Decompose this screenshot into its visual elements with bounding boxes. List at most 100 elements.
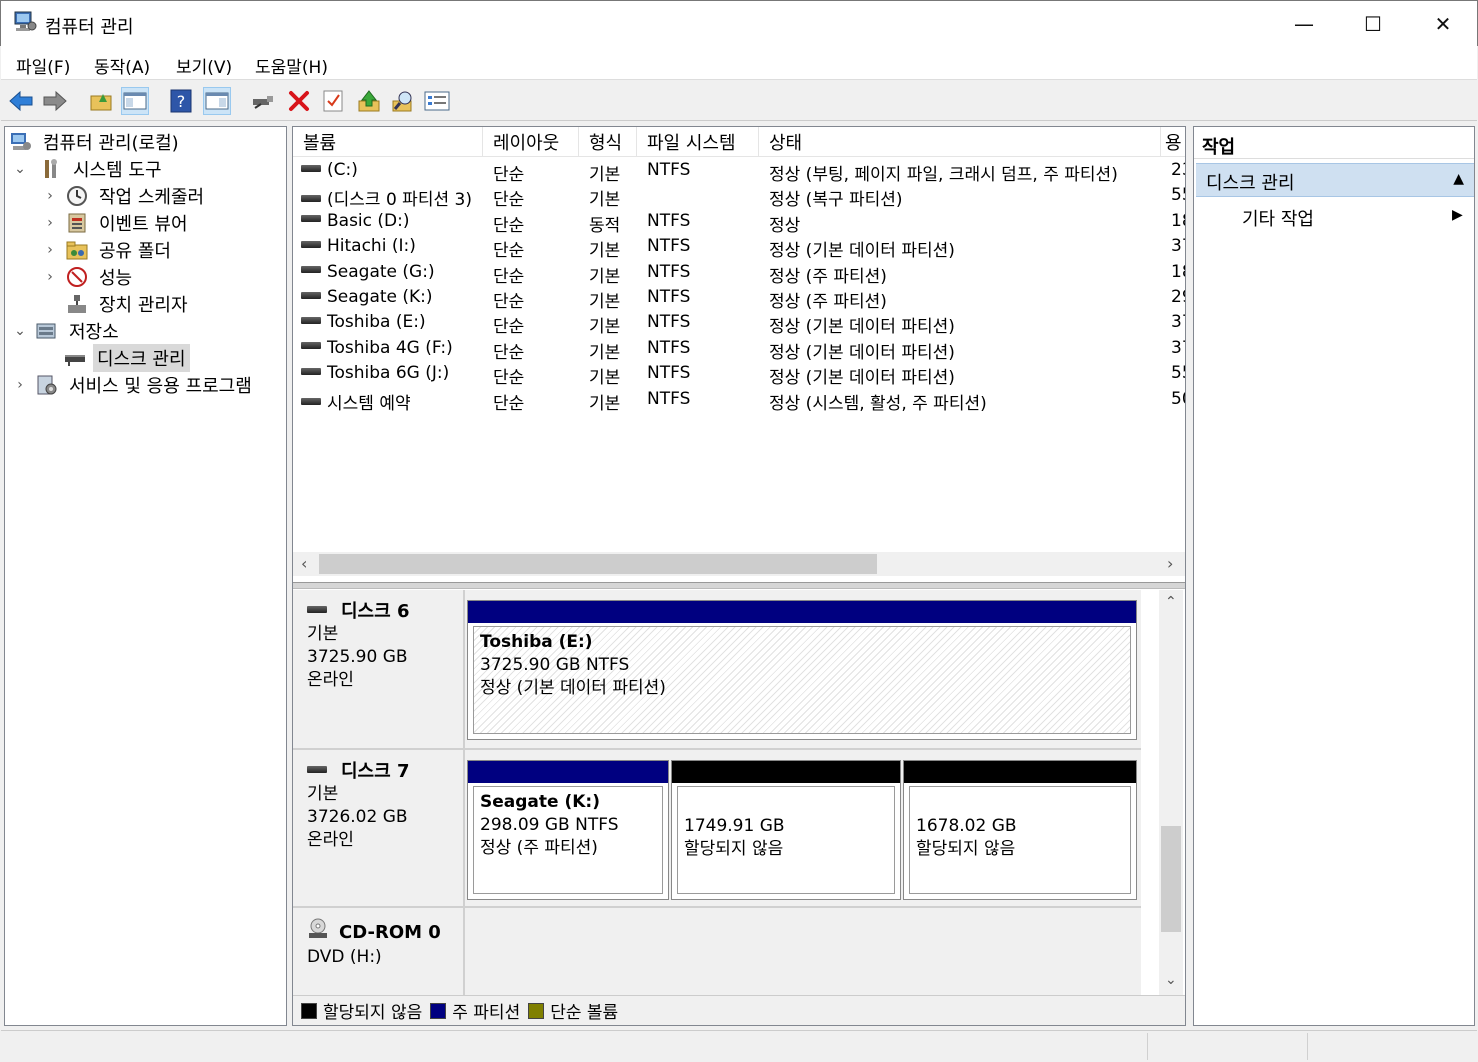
maximize-button[interactable]: ☐	[1338, 1, 1408, 47]
action-more-actions[interactable]: 기타 작업	[1242, 205, 1314, 231]
search-icon[interactable]	[389, 87, 417, 115]
volume-row[interactable]: (C:) 단순 기본 NTFS 정상 (부팅, 페이지 파일, 크래시 덤프, 주 파티…	[293, 158, 1185, 185]
volume-row[interactable]: (디스크 0 파티션 3) 단순 기본 정상 (복구 파티션) 55	[293, 183, 1185, 210]
scrollbar-thumb[interactable]	[319, 554, 877, 574]
partition-status: 정상 (주 파티션)	[480, 838, 598, 858]
legend-swatch	[301, 1002, 317, 1019]
volume-cell-text: 기본	[589, 393, 621, 414]
volume-row[interactable]: Toshiba (E:) 단순 기본 NTFS 정상 (기본 데이터 파티션) 37	[293, 310, 1185, 337]
show-hide-action-pane-icon[interactable]	[203, 87, 231, 115]
partition-toshiba-e[interactable]: Toshiba (E:) 3725.90 GB NTFS 정상 (기본 데이터 …	[467, 600, 1137, 740]
connect-icon[interactable]	[249, 87, 277, 115]
menu-view[interactable]: 보기(V)	[176, 53, 232, 78]
chevron-right-icon[interactable]: ›	[43, 242, 57, 258]
unallocated-space-1[interactable]: 1749.91 GB 할당되지 않음	[671, 760, 901, 900]
volume-row[interactable]: Toshiba 4G (F:) 단순 기본 NTFS 정상 (기본 데이터 파티션) 37	[293, 336, 1185, 363]
tree-item-computer-management[interactable]: 컴퓨터 관리(로컬)	[9, 129, 183, 155]
column-header-volume[interactable]: 볼륨	[293, 127, 483, 157]
menu-action[interactable]: 동작(A)	[94, 53, 150, 78]
tree-item-services-apps[interactable]: › 서비스 및 응용 프로그램	[9, 372, 256, 398]
collapse-up-icon[interactable]: ▲	[1453, 171, 1464, 187]
horizontal-scrollbar[interactable]: ‹ ›	[293, 552, 1185, 576]
up-folder-icon[interactable]	[87, 87, 115, 115]
volume-cell-name: 시스템 예약	[301, 389, 483, 414]
partition-seagate-k[interactable]: Seagate (K:) 298.09 GB NTFS 정상 (주 파티션)	[467, 760, 669, 900]
delete-icon[interactable]	[285, 87, 313, 115]
arrow-up-icon[interactable]	[355, 87, 383, 115]
scroll-up-icon[interactable]: ⌃	[1165, 594, 1177, 610]
volume-row[interactable]: Basic (D:) 단순 동적 NTFS 정상 18	[293, 209, 1185, 236]
checklist-icon[interactable]	[319, 87, 347, 115]
help-icon[interactable]: ?	[167, 87, 195, 115]
volume-cell-fs: NTFS	[647, 262, 759, 282]
volume-cell-text: 기본	[589, 241, 621, 262]
vertical-scrollbar[interactable]: ⌃ ⌄	[1159, 590, 1183, 995]
volume-cell-fs: NTFS	[647, 338, 759, 358]
disk-management-view: 볼륨 레이아웃 형식 파일 시스템 상태 용 (C:) 단순 기본 NTFS 정상 (부…	[292, 126, 1186, 1026]
submenu-arrow-icon[interactable]: ▶	[1452, 207, 1463, 223]
tree-item-system-tools[interactable]: ⌄ 시스템 도구	[9, 156, 166, 182]
scroll-right-icon[interactable]: ›	[1167, 554, 1173, 573]
volume-cell-text: 동적	[589, 215, 621, 236]
volume-cell-type: 기본	[589, 338, 637, 363]
tree-item-disk-management[interactable]: 디스크 관리	[39, 344, 190, 372]
tree-item-storage[interactable]: ⌄ 저장소	[9, 318, 123, 344]
menu-help[interactable]: 도움말(H)	[255, 53, 328, 78]
volume-row[interactable]: 시스템 예약 단순 기본 NTFS 정상 (시스템, 활성, 주 파티션) 50	[293, 387, 1185, 414]
properties-icon[interactable]	[423, 87, 451, 115]
close-button[interactable]: ✕	[1408, 1, 1478, 47]
scrollbar-thumb[interactable]	[1161, 826, 1181, 932]
menu-file[interactable]: 파일(F)	[16, 53, 70, 78]
chevron-right-icon[interactable]: ›	[43, 269, 57, 285]
tree-item-shared-folders[interactable]: › 공유 폴더	[39, 237, 175, 263]
column-header-filesystem[interactable]: 파일 시스템	[637, 127, 759, 157]
tree-label: 작업 스케줄러	[99, 187, 205, 208]
cdrom-0-label[interactable]: CD-ROM 0 DVD (H:)	[293, 908, 465, 995]
disk-6-label[interactable]: 디스크 6 기본 3725.90 GB 온라인	[293, 590, 465, 750]
unallocated-space-2[interactable]: 1678.02 GB 할당되지 않음	[903, 760, 1137, 900]
tree-item-performance[interactable]: › 성능	[39, 264, 136, 290]
legend-item-primary: 주 파티션	[430, 998, 520, 1023]
scroll-down-icon[interactable]: ⌄	[1165, 972, 1177, 988]
disk-name: CD-ROM 0	[339, 921, 441, 943]
chevron-down-icon[interactable]: ⌄	[13, 323, 27, 339]
volume-row[interactable]: Hitachi (I:) 단순 기본 NTFS 정상 (기본 데이터 파티션) 37	[293, 234, 1185, 262]
volume-cell-type: 기본	[589, 389, 637, 414]
tree-item-event-viewer[interactable]: › 이벤트 뷰어	[39, 210, 192, 236]
volume-cell-text: 18	[1171, 210, 1185, 231]
volume-cell-text: 정상 (기본 데이터 파티션)	[769, 342, 955, 363]
chevron-down-icon[interactable]: ⌄	[13, 161, 27, 177]
show-hide-tree-icon[interactable]	[121, 87, 149, 115]
volume-row[interactable]: Seagate (K:) 단순 기본 NTFS 정상 (주 파티션) 29	[293, 285, 1185, 312]
back-icon[interactable]	[7, 87, 35, 115]
volume-row[interactable]: Seagate (G:) 단순 기본 NTFS 정상 (주 파티션) 18	[293, 260, 1185, 287]
chevron-right-icon[interactable]: ›	[43, 215, 57, 231]
volume-cell-text: 단순	[493, 266, 525, 287]
tree-item-device-manager[interactable]: 장치 관리자	[39, 291, 192, 317]
pane-splitter[interactable]	[293, 582, 1185, 589]
volume-row[interactable]: Toshiba 6G (J:) 단순 기본 NTFS 정상 (기본 데이터 파티션) 55	[293, 361, 1185, 389]
volume-cell-text: 18	[1171, 261, 1185, 282]
column-header-layout[interactable]: 레이아웃	[483, 127, 579, 157]
minimize-button[interactable]: —	[1269, 1, 1339, 47]
disk-type: 기본	[307, 784, 339, 804]
forward-icon[interactable]	[41, 87, 69, 115]
column-header-status[interactable]: 상태	[759, 127, 1161, 157]
actions-section-disk-management[interactable]: 디스크 관리 ▲	[1196, 163, 1474, 197]
scroll-left-icon[interactable]: ‹	[301, 554, 307, 573]
chevron-right-icon[interactable]: ›	[43, 188, 57, 204]
volume-cell-text: Toshiba 4G (F:)	[327, 337, 453, 358]
volume-cell-text: 37	[1171, 236, 1185, 257]
primary-partition-bar	[468, 761, 668, 783]
partition-details: 1749.91 GB 할당되지 않음	[677, 786, 895, 894]
column-header-capacity[interactable]: 용	[1161, 127, 1185, 157]
chevron-right-icon[interactable]: ›	[13, 377, 27, 393]
volume-cell-text: 정상 (기본 데이터 파티션)	[769, 368, 955, 389]
volume-cell-status: 정상 (시스템, 활성, 주 파티션)	[769, 389, 1161, 414]
partition-details: 1678.02 GB 할당되지 않음	[909, 786, 1131, 894]
disk-7-label[interactable]: 디스크 7 기본 3726.02 GB 온라인	[293, 750, 465, 908]
tree-item-task-scheduler[interactable]: › 작업 스케줄러	[39, 183, 208, 209]
volume-cell-name: Toshiba 4G (F:)	[301, 338, 483, 358]
column-header-type[interactable]: 형식	[579, 127, 637, 157]
legend-item-simple-volume: 단순 볼륨	[528, 998, 618, 1023]
